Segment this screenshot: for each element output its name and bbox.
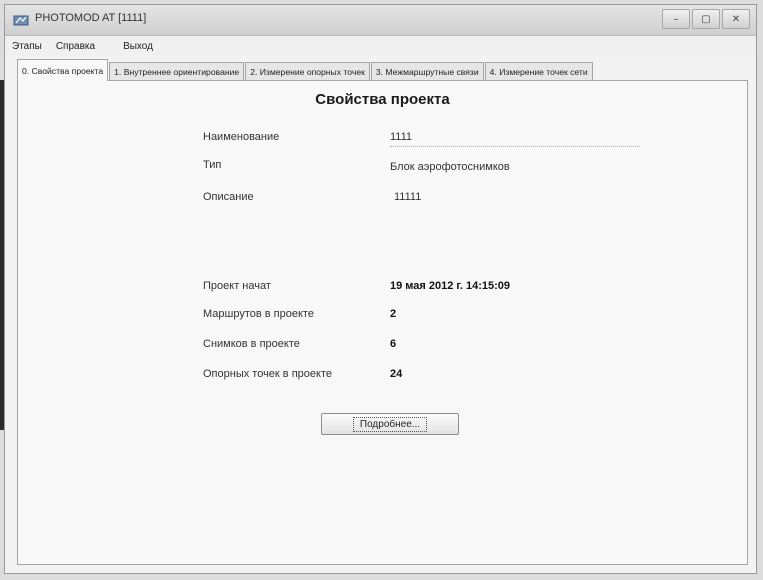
tab-strip-ties[interactable]: 3. Межмаршрутные связи: [370, 62, 484, 81]
started-value: 19 мая 2012 г. 14:15:09: [390, 280, 511, 292]
panel-title: Свойства проекта: [315, 91, 450, 108]
tab-project-properties[interactable]: 0. Свойства проекта: [17, 59, 109, 81]
control-points-label: Опорных точек в проекте: [203, 368, 332, 380]
menu-bar: Этапы Справка Выход: [5, 36, 756, 56]
description-value[interactable]: 11111: [394, 191, 421, 203]
menu-stages[interactable]: Этапы: [5, 41, 49, 52]
name-label: Наименование: [203, 131, 280, 143]
name-value[interactable]: 1111: [390, 131, 640, 147]
images-label: Снимков в проекте: [203, 338, 300, 350]
tab-interior-orientation[interactable]: 1. Внутреннее ориентирование: [109, 62, 245, 81]
details-button[interactable]: Подробнее...: [321, 413, 459, 435]
stage-tabs: 0. Свойства проекта 1. Внутреннее ориент…: [17, 59, 750, 81]
started-label: Проект начат: [203, 280, 271, 292]
app-logo-icon: [13, 15, 29, 26]
menu-help[interactable]: Справка: [49, 41, 102, 52]
images-value: 6: [390, 338, 397, 350]
routes-value: 2: [390, 308, 397, 320]
window-controls: – ▢ ✕: [662, 9, 750, 29]
menu-exit[interactable]: Выход: [116, 41, 160, 52]
type-value: Блок аэрофотоснимков: [390, 161, 510, 173]
tab-network-points[interactable]: 4. Измерение точек сети: [484, 62, 593, 81]
minimize-button[interactable]: –: [662, 9, 690, 29]
project-properties-panel: Свойства проекта Наименование 1111 Тип Б…: [17, 80, 748, 565]
window-title: PHOTOMOD AT [1111]: [35, 12, 147, 24]
control-points-value: 24: [390, 368, 403, 380]
type-label: Тип: [203, 159, 222, 171]
title-bar[interactable]: PHOTOMOD AT [1111] – ▢ ✕: [5, 5, 756, 36]
description-label: Описание: [203, 191, 254, 203]
tab-control-points[interactable]: 2. Измерение опорных точек: [245, 62, 370, 81]
details-button-label: Подробнее...: [352, 416, 428, 432]
close-button[interactable]: ✕: [722, 9, 750, 29]
app-window: PHOTOMOD AT [1111] – ▢ ✕ Этапы Справка В…: [4, 4, 757, 574]
maximize-button[interactable]: ▢: [692, 9, 720, 29]
routes-label: Маршрутов в проекте: [203, 308, 314, 320]
